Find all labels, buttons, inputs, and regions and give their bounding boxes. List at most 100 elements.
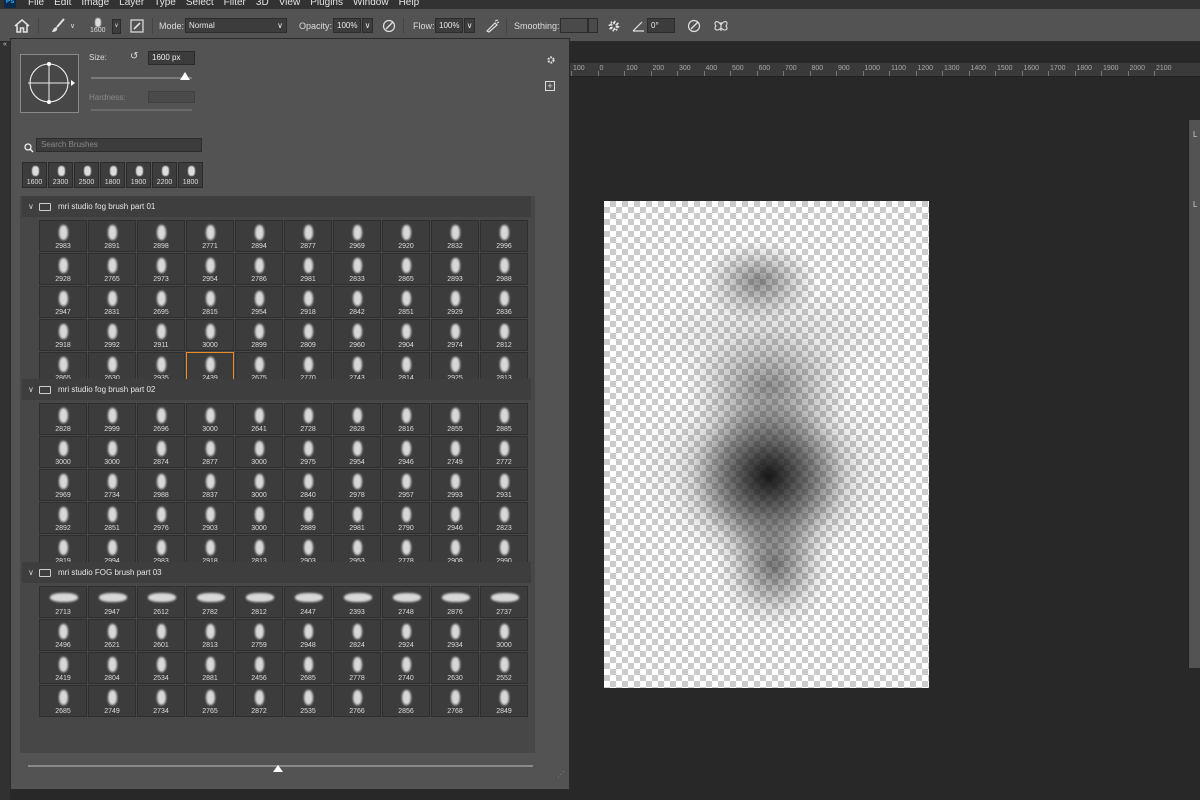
brush-preset[interactable]: 2851 <box>382 286 430 318</box>
menu-select[interactable]: Select <box>186 0 214 8</box>
brush-preset[interactable]: 2601 <box>137 619 185 651</box>
brush-preset[interactable]: 2685 <box>284 652 332 684</box>
brush-preset[interactable]: 2918 <box>39 319 87 351</box>
brush-preset[interactable]: 2856 <box>382 685 430 717</box>
brush-preset[interactable]: 2621 <box>88 619 136 651</box>
brush-preset[interactable]: 2812 <box>480 319 528 351</box>
brush-preset[interactable]: 3000 <box>186 319 234 351</box>
brush-preset[interactable]: 2772 <box>480 436 528 468</box>
brush-preset[interactable]: 2759 <box>235 619 283 651</box>
brush-preset[interactable]: 2988 <box>137 469 185 501</box>
brush-preset[interactable]: 2954 <box>186 253 234 285</box>
menu-window[interactable]: Window <box>353 0 389 8</box>
brush-preset[interactable]: 2877 <box>284 220 332 252</box>
chevron-down-icon[interactable]: ∨ <box>28 379 34 400</box>
brush-preset[interactable]: 2898 <box>137 220 185 252</box>
brush-preset[interactable]: 2840 <box>284 469 332 501</box>
brush-preset[interactable]: 2855 <box>431 403 479 435</box>
brush-preset[interactable]: 2911 <box>137 319 185 351</box>
collapse-arrows-icon[interactable]: « <box>3 41 7 48</box>
brush-preset[interactable]: 2960 <box>333 319 381 351</box>
brush-preset[interactable]: 2975 <box>284 436 332 468</box>
brush-preset[interactable]: 2782 <box>186 586 234 618</box>
recent-brush[interactable]: 2200 <box>152 162 177 188</box>
brush-preset[interactable]: 2891 <box>88 220 136 252</box>
recent-brush[interactable]: 1800 <box>100 162 125 188</box>
brush-preset[interactable]: 2957 <box>382 469 430 501</box>
brush-preset[interactable]: 2988 <box>480 253 528 285</box>
brush-preset[interactable]: 2496 <box>39 619 87 651</box>
brush-preset[interactable]: 2824 <box>333 619 381 651</box>
brush-preset[interactable]: 2976 <box>137 502 185 534</box>
brush-preset[interactable]: 2778 <box>333 652 381 684</box>
brush-preset[interactable]: 2928 <box>39 253 87 285</box>
brush-preset[interactable]: 2876 <box>431 586 479 618</box>
brush-preset[interactable]: 2552 <box>480 652 528 684</box>
brush-preset[interactable]: 2947 <box>88 586 136 618</box>
brush-preset[interactable]: 2954 <box>235 286 283 318</box>
brush-preset[interactable]: 2766 <box>333 685 381 717</box>
brush-preset[interactable]: 2831 <box>88 286 136 318</box>
brush-preset[interactable]: 2992 <box>88 319 136 351</box>
brush-preset[interactable]: 2893 <box>431 253 479 285</box>
flow-input[interactable]: 100% <box>435 18 463 33</box>
brush-preset[interactable]: 2737 <box>480 586 528 618</box>
brush-preset[interactable]: 2790 <box>382 502 430 534</box>
brush-preset[interactable]: 2849 <box>480 685 528 717</box>
panel-tab-label[interactable]: L <box>1193 130 1197 139</box>
hardness-slider[interactable] <box>91 109 192 111</box>
chevron-down-icon[interactable]: ∨ <box>70 22 75 30</box>
brush-preset[interactable]: 2748 <box>382 586 430 618</box>
brush-preset[interactable]: 2946 <box>431 502 479 534</box>
brush-preset[interactable]: 2765 <box>88 253 136 285</box>
brush-preset[interactable]: 2924 <box>382 619 430 651</box>
brush-preset[interactable]: 2947 <box>39 286 87 318</box>
chevron-down-icon[interactable]: ∨ <box>362 18 373 33</box>
gear-icon[interactable] <box>545 53 557 71</box>
brush-group-header[interactable]: ∨ mri studio fog brush part 01 <box>22 196 531 217</box>
brush-preset[interactable]: 2983 <box>39 220 87 252</box>
brush-preset[interactable]: 2973 <box>137 253 185 285</box>
chevron-down-icon[interactable]: ∨ <box>28 562 34 583</box>
brush-preset[interactable]: 3000 <box>186 403 234 435</box>
gear-icon[interactable] <box>607 9 621 42</box>
brush-preset[interactable]: 3000 <box>235 469 283 501</box>
brush-preset[interactable]: 2999 <box>88 403 136 435</box>
brush-preset[interactable]: 2948 <box>284 619 332 651</box>
recent-brush[interactable]: 2500 <box>74 162 99 188</box>
angle-input[interactable]: 0° <box>647 18 675 33</box>
brush-preset[interactable]: 2892 <box>39 502 87 534</box>
reset-size-icon[interactable]: ↺ <box>130 51 138 62</box>
brush-preset[interactable]: 2816 <box>382 403 430 435</box>
brush-preset[interactable]: 2393 <box>333 586 381 618</box>
brush-preset[interactable]: 2809 <box>284 319 332 351</box>
brush-preset[interactable]: 2812 <box>235 586 283 618</box>
brush-preset[interactable]: 3000 <box>235 502 283 534</box>
size-slider[interactable] <box>91 77 192 79</box>
chevron-down-icon[interactable]: ∨ <box>28 196 34 217</box>
mode-select[interactable]: Normal ∨ <box>185 18 287 33</box>
recent-brush[interactable]: 1800 <box>178 162 203 188</box>
brush-preset[interactable]: 2874 <box>137 436 185 468</box>
brush-preset[interactable]: 2828 <box>39 403 87 435</box>
menu-plugins[interactable]: Plugins <box>310 0 343 8</box>
brush-preset[interactable]: 2832 <box>431 220 479 252</box>
brush-preset[interactable]: 2630 <box>431 652 479 684</box>
brush-search-input[interactable]: Search Brushes <box>36 138 202 152</box>
brush-preset[interactable]: 2978 <box>333 469 381 501</box>
brush-preset[interactable]: 2969 <box>333 220 381 252</box>
brush-preset[interactable]: 2842 <box>333 286 381 318</box>
brush-preset[interactable]: 2696 <box>137 403 185 435</box>
size-input[interactable]: 1600 px <box>148 51 195 65</box>
menu-type[interactable]: Type <box>154 0 176 8</box>
recent-brush[interactable]: 1600 <box>22 162 47 188</box>
resize-grip-icon[interactable]: ⋰ <box>557 770 565 779</box>
brush-preset[interactable]: 2904 <box>382 319 430 351</box>
brush-tip-preview[interactable] <box>20 54 79 113</box>
document-canvas[interactable] <box>604 201 929 688</box>
menu-3d[interactable]: 3D <box>256 0 269 8</box>
brush-preset[interactable]: 2974 <box>431 319 479 351</box>
brush-preset[interactable]: 2815 <box>186 286 234 318</box>
brush-preset[interactable]: 2885 <box>480 403 528 435</box>
brush-preset[interactable]: 2713 <box>39 586 87 618</box>
